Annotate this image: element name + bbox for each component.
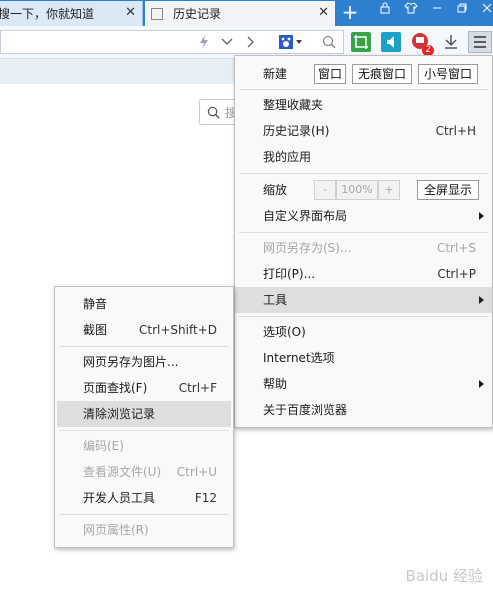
menu-item-label: 历史记录(H) (263, 124, 330, 138)
menu-item-label: 编码(E) (83, 439, 124, 453)
menu-item-tools[interactable]: 工具 (235, 287, 492, 313)
tools-submenu: 静音 截图 Ctrl+Shift+D 网页另存为图片... 页面查找(F) Ct… (54, 286, 234, 548)
fullscreen-button[interactable]: 全屏显示 (417, 180, 479, 200)
menu-item-save-page-as: 网页另存为(S)... Ctrl+S (235, 235, 492, 261)
menu-item-shortcut: F12 (194, 491, 217, 505)
zoom-out-button[interactable]: - (314, 180, 336, 200)
submenu-item-view-source: 查看源文件(U) Ctrl+U (55, 459, 233, 485)
submenu-item-clear-history[interactable]: 清除浏览记录 (57, 401, 231, 427)
tab-title: 历史记录 (173, 7, 222, 21)
menu-item-new: 新建 窗口 无痕窗口 小号窗口 (235, 61, 492, 87)
menu-item-shortcut: Ctrl+F (178, 381, 217, 395)
zoom-level: 100% (336, 180, 378, 200)
menu-item-internet-options[interactable]: Internet选项 (235, 345, 492, 371)
menu-item-label: 清除浏览记录 (83, 407, 156, 421)
submenu-item-find-in-page[interactable]: 页面查找(F) Ctrl+F (55, 375, 233, 401)
chevron-down-icon[interactable] (216, 31, 238, 53)
menu-item-label: 开发人员工具 (83, 491, 156, 505)
menu-separator (239, 89, 488, 90)
menu-item-label: 帮助 (263, 377, 288, 391)
menu-item-label: 查看源文件(U) (83, 465, 162, 479)
shirt-icon[interactable] (398, 0, 424, 20)
tab-history[interactable]: 历史记录 ✕ (145, 1, 335, 26)
page-icon (151, 7, 163, 20)
menu-item-label: 打印(P)... (263, 267, 316, 281)
menu-item-label: 整理收藏夹 (263, 98, 324, 112)
menu-item-label: Internet选项 (263, 351, 335, 365)
submenu-arrow-icon (479, 296, 484, 304)
submenu-item-save-as-image[interactable]: 网页另存为图片... (55, 349, 233, 375)
submenu-item-encoding: 编码(E) (55, 433, 233, 459)
submenu-item-page-properties: 网页属性(R) (55, 517, 233, 543)
lock-icon[interactable] (372, 0, 398, 20)
new-window-button[interactable]: 窗口 (314, 64, 346, 84)
menu-item-zoom: 缩放 - 100% + 全屏显示 (235, 177, 492, 203)
baidu-paw-icon[interactable] (276, 31, 306, 53)
menu-item-about[interactable]: 关于百度浏览器 (235, 397, 492, 423)
menu-item-organize-favorites[interactable]: 整理收藏夹 (235, 92, 492, 118)
tab-close-icon[interactable]: ✕ (318, 5, 329, 20)
menu-item-label: 网页属性(R) (83, 523, 149, 537)
screenshot-tool-icon[interactable] (350, 31, 372, 53)
menu-item-label: 网页另存为(S)... (263, 241, 352, 255)
menu-item-shortcut: Ctrl+H (435, 124, 476, 138)
submenu-item-screenshot[interactable]: 截图 Ctrl+Shift+D (55, 317, 233, 343)
volume-icon[interactable] (380, 31, 402, 53)
download-icon[interactable] (440, 31, 462, 53)
app-badge-icon[interactable]: 2 (410, 31, 434, 56)
menu-separator (59, 430, 229, 431)
menu-item-label: 缩放 (263, 183, 288, 197)
menu-separator (239, 173, 488, 174)
menu-item-label: 我的应用 (263, 150, 312, 164)
menu-item-label: 静音 (83, 297, 108, 311)
menu-item-shortcut: Ctrl+P (437, 267, 476, 281)
submenu-arrow-icon (479, 380, 484, 388)
watermark: Baidu 经验 (405, 567, 483, 585)
menu-separator (59, 514, 229, 515)
menu-item-history[interactable]: 历史记录(H) Ctrl+H (235, 118, 492, 144)
menu-item-label: 网页另存为图片... (83, 355, 179, 369)
lightning-icon[interactable] (193, 31, 215, 53)
minimize-icon[interactable] (424, 0, 450, 20)
menu-item-shortcut: Ctrl+U (176, 465, 217, 479)
main-menu: 新建 窗口 无痕窗口 小号窗口 整理收藏夹 历史记录(H) Ctrl+H 我的应… (234, 55, 493, 428)
menu-item-label: 关于百度浏览器 (263, 403, 348, 417)
close-window-icon[interactable] (474, 0, 493, 20)
menu-item-shortcut: Ctrl+Shift+D (139, 323, 217, 337)
menu-item-my-apps[interactable]: 我的应用 (235, 144, 492, 170)
new-incognito-window-button[interactable]: 无痕窗口 (352, 64, 412, 84)
zoom-in-button[interactable]: + (378, 180, 400, 200)
menu-item-label: 选项(O) (263, 325, 306, 339)
menu-item-custom-layout[interactable]: 自定义界面布局 (235, 203, 492, 229)
restore-icon[interactable] (449, 0, 475, 20)
new-tab-button[interactable]: + (338, 2, 362, 24)
menu-item-label: 截图 (83, 323, 108, 337)
search-icon[interactable] (318, 31, 340, 53)
menu-item-label: 工具 (263, 293, 288, 307)
menu-item-shortcut: Ctrl+S (436, 241, 476, 255)
search-icon (207, 106, 220, 119)
menu-item-print[interactable]: 打印(P)... Ctrl+P (235, 261, 492, 287)
tab-title: 搜一下，你就知道 (0, 7, 95, 21)
menu-item-label: 新建 (263, 67, 288, 81)
menu-item-label: 自定义界面布局 (263, 209, 348, 223)
tab-search[interactable]: 搜一下，你就知道 ✕ (0, 1, 143, 26)
menu-separator (59, 346, 229, 347)
menu-item-label: 页面查找(F) (83, 381, 148, 395)
menu-separator (239, 232, 488, 233)
submenu-arrow-icon (479, 212, 484, 220)
submenu-item-mute[interactable]: 静音 (55, 291, 233, 317)
menu-separator (239, 316, 488, 317)
menu-icon[interactable] (468, 31, 492, 53)
menu-item-options[interactable]: 选项(O) (235, 319, 492, 345)
new-alt-account-window-button[interactable]: 小号窗口 (418, 64, 478, 84)
submenu-item-developer-tools[interactable]: 开发人员工具 F12 (55, 485, 233, 511)
chevron-right-icon[interactable] (240, 31, 262, 53)
tab-close-icon[interactable]: ✕ (125, 5, 136, 20)
menu-item-help[interactable]: 帮助 (235, 371, 492, 397)
